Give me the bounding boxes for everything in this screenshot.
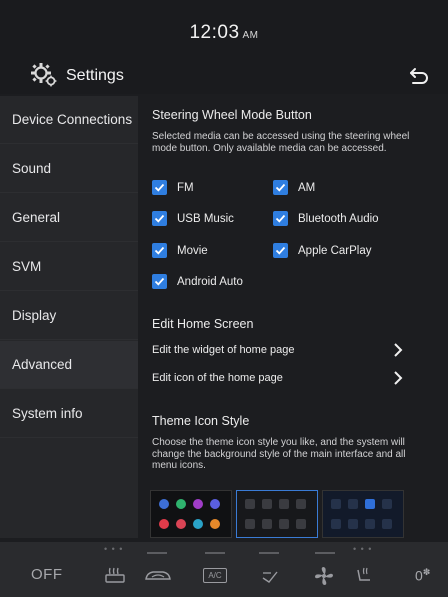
theme-section-title: Theme Icon Style — [152, 414, 250, 428]
steering-section-title: Steering Wheel Mode Button — [152, 108, 312, 122]
sidebar-item-advanced[interactable]: Advanced — [0, 341, 138, 389]
indicator-dots: • • • — [104, 544, 124, 554]
sidebar-item-general[interactable]: General — [0, 194, 138, 242]
sidebar-item-svm[interactable]: SVM — [0, 243, 138, 291]
indicator-dash — [147, 552, 167, 554]
clock-time: 12:03 — [189, 22, 240, 43]
clock: 12:03 AM — [0, 22, 448, 44]
fan-icon[interactable] — [314, 566, 334, 586]
temperature-value: 0 — [415, 567, 423, 584]
sidebar-item-label: SVM — [12, 259, 42, 274]
indicator-dots: • • • — [353, 544, 373, 554]
checkbox-label: AM — [298, 181, 316, 194]
air-direction-icon[interactable] — [259, 566, 281, 586]
indicator-dash — [315, 552, 335, 554]
back-arrow-icon[interactable] — [408, 65, 430, 87]
sidebar-item-label: General — [12, 210, 61, 225]
checkbox-am[interactable]: AM — [273, 180, 315, 195]
checkbox-label: Android Auto — [177, 275, 243, 288]
checkmark-icon — [152, 274, 167, 289]
sidebar-item-label: Display — [12, 308, 57, 323]
checkbox-label: Movie — [177, 244, 208, 257]
fan-off-status[interactable]: OFF — [31, 566, 63, 583]
title-bar: Settings — [0, 56, 448, 94]
climate-bar: OFF • • • A/C • • • 0✽ — [0, 542, 448, 597]
checkbox-label: USB Music — [177, 212, 234, 225]
edit-widget-row[interactable]: Edit the widget of home page — [138, 340, 416, 362]
temperature-readout[interactable]: 0✽ — [415, 567, 430, 584]
status-bar: 12:03 AM — [0, 0, 448, 56]
sidebar-item-label: Device Connections — [12, 112, 133, 127]
checkbox-android-auto[interactable]: Android Auto — [152, 274, 243, 289]
home-screen-section-title: Edit Home Screen — [152, 317, 254, 331]
checkbox-apple-carplay[interactable]: Apple CarPlay — [273, 243, 372, 258]
theme-option-blue[interactable] — [322, 490, 404, 538]
theme-option-dark[interactable] — [236, 490, 318, 538]
recirculation-icon[interactable] — [143, 568, 173, 584]
checkmark-icon — [152, 243, 167, 258]
sidebar-item-label: Sound — [12, 161, 52, 176]
gear-icon — [31, 63, 57, 87]
checkmark-icon — [273, 180, 288, 195]
seat-heat-icon[interactable] — [352, 566, 374, 586]
checkmark-icon — [152, 211, 167, 226]
sidebar-item-system-info[interactable]: System info — [0, 390, 138, 438]
settings-content: Steering Wheel Mode Button Selected medi… — [138, 96, 448, 538]
page-title: Settings — [66, 67, 124, 84]
clock-ampm: AM — [242, 30, 259, 41]
ac-icon[interactable]: A/C — [203, 568, 227, 583]
checkbox-label: Bluetooth Audio — [298, 212, 379, 225]
theme-options — [150, 490, 448, 538]
checkbox-label: FM — [177, 181, 194, 194]
checkmark-icon — [273, 243, 288, 258]
sidebar-item-label: System info — [12, 406, 83, 421]
checkbox-movie[interactable]: Movie — [152, 243, 208, 258]
indicator-dash — [205, 552, 225, 554]
edit-widget-label: Edit the widget of home page — [152, 344, 295, 356]
fan-small-icon: ✽ — [422, 567, 431, 577]
checkmark-icon — [152, 180, 167, 195]
sidebar-item-device-connections[interactable]: Device Connections — [0, 96, 138, 144]
rear-defrost-icon[interactable] — [103, 566, 127, 584]
theme-option-colorful[interactable] — [150, 490, 232, 538]
checkbox-bluetooth-audio[interactable]: Bluetooth Audio — [273, 211, 379, 226]
chevron-right-icon — [394, 343, 403, 357]
sidebar-item-label: Advanced — [12, 357, 73, 372]
sidebar-item-display[interactable]: Display — [0, 292, 138, 340]
sidebar-item-sound[interactable]: Sound — [0, 145, 138, 193]
edit-icon-row[interactable]: Edit icon of the home page — [138, 368, 416, 390]
checkbox-label: Apple CarPlay — [298, 244, 372, 257]
theme-description: Choose the theme icon style you like, an… — [152, 437, 406, 471]
checkmark-icon — [273, 211, 288, 226]
chevron-right-icon — [394, 371, 403, 385]
indicator-dash — [259, 552, 279, 554]
edit-icon-label: Edit icon of the home page — [152, 372, 283, 384]
checkbox-usb-music[interactable]: USB Music — [152, 211, 234, 226]
checkbox-fm[interactable]: FM — [152, 180, 194, 195]
sidebar: Device Connections Sound General SVM Dis… — [0, 96, 138, 538]
steering-description: Selected media can be accessed using the… — [152, 131, 410, 154]
